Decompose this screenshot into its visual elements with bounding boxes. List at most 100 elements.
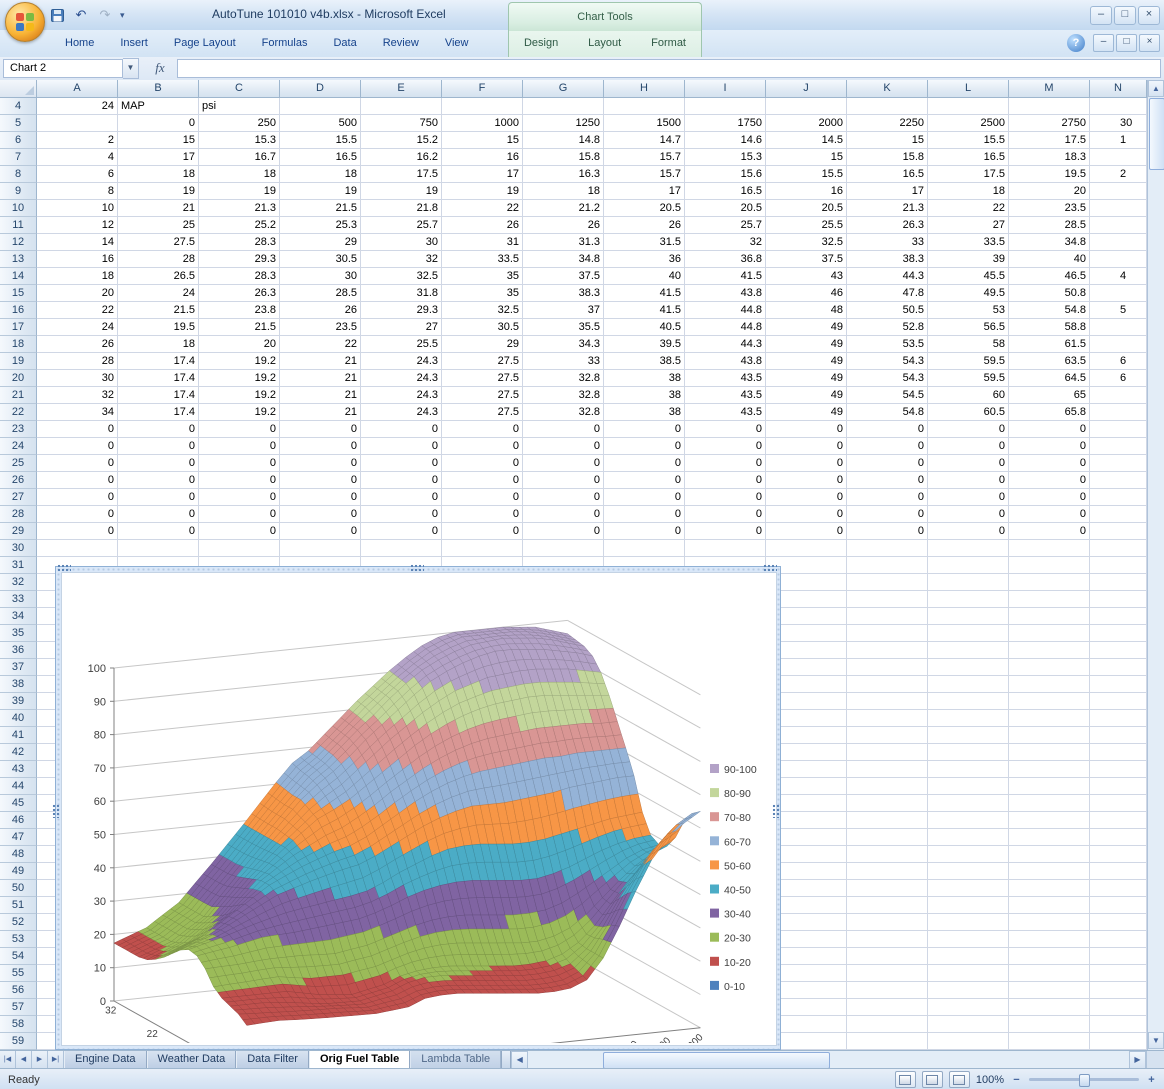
cell-C4[interactable]: psi [199,98,280,115]
cell-F13[interactable]: 33.5 [442,251,523,268]
cell-J26[interactable]: 0 [766,472,847,489]
row-header-40[interactable]: 40 [0,710,37,727]
close-button[interactable]: × [1138,6,1160,25]
cell-M37[interactable] [1009,659,1090,676]
cell-B5[interactable]: 0 [118,115,199,132]
cell-G25[interactable]: 0 [523,455,604,472]
row-header-11[interactable]: 11 [0,217,37,234]
cell-K58[interactable] [847,1016,928,1033]
cell-K47[interactable] [847,829,928,846]
cell-I24[interactable]: 0 [685,438,766,455]
cell-B7[interactable]: 17 [118,149,199,166]
cell-F25[interactable]: 0 [442,455,523,472]
cell-A16[interactable]: 22 [37,302,118,319]
cell-N19[interactable]: 6 [1090,353,1147,370]
cell-M9[interactable]: 20 [1009,183,1090,200]
cell-D10[interactable]: 21.5 [280,200,361,217]
row-header-28[interactable]: 28 [0,506,37,523]
cell-I7[interactable]: 15.3 [685,149,766,166]
cell-M40[interactable] [1009,710,1090,727]
cell-E26[interactable]: 0 [361,472,442,489]
cell-I6[interactable]: 14.6 [685,132,766,149]
cell-L50[interactable] [928,880,1009,897]
row-header-5[interactable]: 5 [0,115,37,132]
cell-B22[interactable]: 17.4 [118,404,199,421]
cell-J28[interactable]: 0 [766,506,847,523]
legend-swatch-40-50[interactable] [710,885,719,894]
cell-L32[interactable] [928,574,1009,591]
cell-K31[interactable] [847,557,928,574]
cell-N41[interactable] [1090,727,1147,744]
view-normal-button[interactable] [895,1071,916,1088]
row-header-58[interactable]: 58 [0,1016,37,1033]
cell-J6[interactable]: 14.5 [766,132,847,149]
cell-N44[interactable] [1090,778,1147,795]
cell-M15[interactable]: 50.8 [1009,285,1090,302]
tab-data[interactable]: Data [320,30,369,57]
cell-H10[interactable]: 20.5 [604,200,685,217]
cell-D13[interactable]: 30.5 [280,251,361,268]
cell-G30[interactable] [523,540,604,557]
cell-F8[interactable]: 17 [442,166,523,183]
cell-D16[interactable]: 26 [280,302,361,319]
cell-J5[interactable]: 2000 [766,115,847,132]
cell-L4[interactable] [928,98,1009,115]
cell-F24[interactable]: 0 [442,438,523,455]
cell-A6[interactable]: 2 [37,132,118,149]
cell-A9[interactable]: 8 [37,183,118,200]
cell-A15[interactable]: 20 [37,285,118,302]
cell-D5[interactable]: 500 [280,115,361,132]
cell-N26[interactable] [1090,472,1147,489]
cell-L31[interactable] [928,557,1009,574]
cell-H28[interactable]: 0 [604,506,685,523]
cell-M45[interactable] [1009,795,1090,812]
chart-grip-middle-right[interactable] [772,804,780,818]
cell-L49[interactable] [928,863,1009,880]
row-header-48[interactable]: 48 [0,846,37,863]
cell-I30[interactable] [685,540,766,557]
cell-D30[interactable] [280,540,361,557]
cell-F19[interactable]: 27.5 [442,353,523,370]
row-header-22[interactable]: 22 [0,404,37,421]
row-header-23[interactable]: 23 [0,421,37,438]
cell-H16[interactable]: 41.5 [604,302,685,319]
cell-J30[interactable] [766,540,847,557]
row-header-14[interactable]: 14 [0,268,37,285]
legend-label-0-10[interactable]: 0-10 [724,981,745,993]
cell-F17[interactable]: 30.5 [442,319,523,336]
cell-K5[interactable]: 2250 [847,115,928,132]
cell-H4[interactable] [604,98,685,115]
cell-D22[interactable]: 21 [280,404,361,421]
cell-L44[interactable] [928,778,1009,795]
row-header-12[interactable]: 12 [0,234,37,251]
zoom-slider[interactable] [1029,1078,1139,1081]
cell-N12[interactable] [1090,234,1147,251]
cell-M56[interactable] [1009,982,1090,999]
cell-E18[interactable]: 25.5 [361,336,442,353]
insert-function-icon[interactable]: fx [147,59,173,78]
cell-L39[interactable] [928,693,1009,710]
cell-I26[interactable]: 0 [685,472,766,489]
cell-F28[interactable]: 0 [442,506,523,523]
row-header-13[interactable]: 13 [0,251,37,268]
row-header-50[interactable]: 50 [0,880,37,897]
cell-C30[interactable] [199,540,280,557]
legend-swatch-20-30[interactable] [710,933,719,942]
cell-M27[interactable]: 0 [1009,489,1090,506]
legend-label-10-20[interactable]: 10-20 [724,957,751,969]
cell-I27[interactable]: 0 [685,489,766,506]
cell-L40[interactable] [928,710,1009,727]
next-sheet-icon[interactable]: ▶ [32,1051,48,1069]
cell-D7[interactable]: 16.5 [280,149,361,166]
row-header-24[interactable]: 24 [0,438,37,455]
cell-K21[interactable]: 54.5 [847,387,928,404]
row-header-56[interactable]: 56 [0,982,37,999]
scroll-right-icon[interactable]: ▶ [1129,1051,1146,1069]
cell-L20[interactable]: 59.5 [928,370,1009,387]
cell-B10[interactable]: 21 [118,200,199,217]
cell-A18[interactable]: 26 [37,336,118,353]
cell-G15[interactable]: 38.3 [523,285,604,302]
cell-L10[interactable]: 22 [928,200,1009,217]
cell-M44[interactable] [1009,778,1090,795]
cell-N51[interactable] [1090,897,1147,914]
